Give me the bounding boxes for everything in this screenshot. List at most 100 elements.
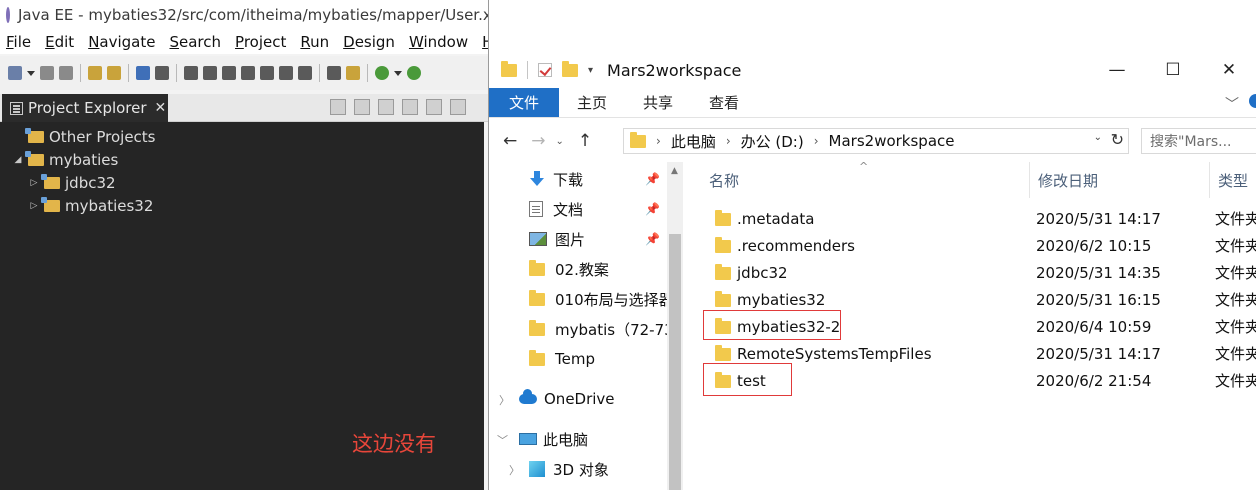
tab-share[interactable]: 共享 — [625, 88, 691, 117]
menu-search[interactable]: Search — [169, 33, 221, 51]
nav-item-this-pc[interactable]: 此电脑 — [519, 427, 588, 451]
nav-item-folder[interactable]: Temp — [529, 347, 595, 371]
drop-to-frame-icon[interactable] — [327, 66, 341, 80]
build-all-icon[interactable] — [107, 66, 121, 80]
menu-design[interactable]: Design — [343, 33, 395, 51]
collapsed-arrow-icon[interactable]: ▷ — [28, 178, 40, 188]
nav-item-downloads[interactable]: 下载 📌 — [529, 167, 660, 191]
collapse-all-icon[interactable] — [330, 99, 346, 115]
eclipse-window: Java EE - mybaties32/src/com/itheima/myb… — [0, 0, 578, 490]
menu-file[interactable]: File — [6, 33, 31, 51]
help-icon[interactable] — [1249, 94, 1256, 108]
close-icon[interactable]: ✕ — [155, 100, 167, 116]
new-icon[interactable] — [8, 66, 22, 80]
column-header-date[interactable]: 修改日期 — [1029, 162, 1209, 198]
step-return-icon[interactable] — [298, 66, 312, 80]
computer-icon — [519, 433, 537, 445]
breadcrumb-separator-icon[interactable]: › — [814, 134, 819, 148]
back-button[interactable]: ← — [503, 131, 517, 151]
file-row[interactable]: .metadata 2020/5/31 14:17 文件夹 — [695, 205, 1256, 232]
column-header-label: 名称 — [709, 171, 740, 190]
file-row[interactable]: mybaties32 2020/5/31 16:15 文件夹 — [695, 286, 1256, 313]
debug-dropdown-icon[interactable] — [394, 70, 402, 76]
scroll-up-icon[interactable]: ▲ — [671, 166, 678, 176]
expand-arrow-icon[interactable]: 〉 — [499, 392, 510, 408]
column-header-type[interactable]: 类型 — [1209, 162, 1256, 198]
column-header-label: 修改日期 — [1038, 171, 1099, 190]
new-dropdown-icon[interactable] — [27, 70, 35, 76]
run-icon[interactable] — [407, 66, 421, 80]
step-over-icon[interactable] — [279, 66, 293, 80]
disconnect-icon[interactable] — [241, 66, 255, 80]
step-into-icon[interactable] — [260, 66, 274, 80]
file-date: 2020/5/31 14:17 — [1036, 209, 1161, 228]
nav-item-documents[interactable]: 文档 📌 — [529, 197, 660, 221]
project-explorer-tab[interactable]: Project Explorer ✕ — [2, 94, 168, 122]
nav-item-folder[interactable]: 02.教案 — [529, 257, 609, 281]
tree-item-other-projects[interactable]: Other Projects — [12, 126, 156, 148]
column-header-name[interactable]: 名称 — [701, 162, 1029, 198]
menu-edit[interactable]: Edit — [45, 33, 74, 51]
nav-item-3d-objects[interactable]: 3D 对象 — [529, 457, 609, 481]
maximize-view-icon[interactable] — [450, 99, 466, 115]
menu-run[interactable]: Run — [300, 33, 329, 51]
properties-icon[interactable] — [538, 63, 552, 77]
nav-item-pictures[interactable]: 图片 📌 — [529, 227, 660, 251]
resume-icon[interactable] — [184, 66, 198, 80]
address-dropdown-icon[interactable]: ⌄ — [1094, 132, 1102, 143]
file-row[interactable]: jdbc32 2020/5/31 14:35 文件夹 — [695, 259, 1256, 286]
collapsed-arrow-icon[interactable]: ▷ — [28, 201, 40, 211]
expand-arrow-icon[interactable]: 〉 — [509, 462, 520, 478]
nav-item-onedrive[interactable]: OneDrive — [519, 387, 615, 411]
build-icon[interactable] — [88, 66, 102, 80]
save-icon[interactable] — [40, 66, 54, 80]
minimize-button[interactable]: — — [1089, 54, 1145, 86]
file-row[interactable]: .recommenders 2020/6/2 10:15 文件夹 — [695, 232, 1256, 259]
terminal-icon[interactable] — [136, 66, 150, 80]
minimize-view-icon[interactable] — [426, 99, 442, 115]
link-with-editor-icon[interactable] — [354, 99, 370, 115]
tree-item-mybaties[interactable]: ◢ mybaties — [12, 149, 118, 171]
terminate-icon[interactable] — [222, 66, 236, 80]
search-input[interactable]: 搜索"Mars... — [1141, 128, 1256, 154]
scrollbar-thumb[interactable] — [669, 234, 681, 490]
address-bar[interactable]: › 此电脑 › 办公 (D:) › Mars2workspace ⌄ ↻ — [623, 128, 1129, 154]
use-step-filters-icon[interactable] — [346, 66, 360, 80]
filters-icon[interactable] — [378, 99, 394, 115]
tab-home[interactable]: 主页 — [559, 88, 625, 117]
view-menu-icon[interactable] — [402, 99, 418, 115]
nav-item-folder[interactable]: 010布局与选择器 — [529, 287, 677, 311]
breadcrumb-this-pc[interactable]: 此电脑 — [671, 131, 716, 152]
tab-file[interactable]: 文件 — [489, 88, 560, 117]
tree-item-mybaties32[interactable]: ▷ mybaties32 — [28, 195, 153, 217]
recent-locations-dropdown[interactable]: ⌄ — [556, 136, 564, 147]
up-button[interactable]: ↑ — [578, 131, 592, 151]
navigation-scrollbar[interactable]: ▲ — [667, 162, 683, 490]
breadcrumb-separator-icon[interactable]: › — [656, 134, 661, 148]
suspend-icon[interactable] — [203, 66, 217, 80]
menu-navigate[interactable]: Navigate — [88, 33, 155, 51]
breadcrumb-drive-d[interactable]: 办公 (D:) — [741, 131, 804, 152]
debug-icon[interactable] — [375, 66, 389, 80]
file-date: 2020/5/31 16:15 — [1036, 290, 1161, 309]
collapse-arrow-icon[interactable]: ﹀ — [497, 432, 508, 448]
project-icon — [41, 174, 60, 189]
close-button[interactable]: ✕ — [1201, 54, 1256, 86]
nav-item-folder[interactable]: mybatis（72-73 — [529, 317, 677, 341]
skip-breakpoints-icon[interactable] — [155, 66, 169, 80]
customize-dropdown-icon[interactable]: ▾ — [588, 65, 593, 76]
breadcrumb-separator-icon[interactable]: › — [726, 134, 731, 148]
save-all-icon[interactable] — [59, 66, 73, 80]
forward-button[interactable]: → — [531, 131, 545, 151]
breadcrumb-mars2workspace[interactable]: Mars2workspace — [829, 132, 955, 150]
tree-item-jdbc32[interactable]: ▷ jdbc32 — [28, 172, 116, 194]
menu-window[interactable]: Window — [409, 33, 468, 51]
expanded-arrow-icon[interactable]: ◢ — [12, 155, 24, 165]
expand-ribbon-icon[interactable]: ﹀ — [1225, 94, 1239, 114]
maximize-button[interactable]: ☐ — [1145, 54, 1201, 86]
menu-project[interactable]: Project — [235, 33, 286, 51]
tab-view[interactable]: 查看 — [691, 88, 757, 117]
eclipse-logo-icon — [6, 7, 18, 23]
refresh-icon[interactable]: ↻ — [1111, 130, 1124, 149]
new-folder-icon[interactable] — [562, 60, 578, 77]
